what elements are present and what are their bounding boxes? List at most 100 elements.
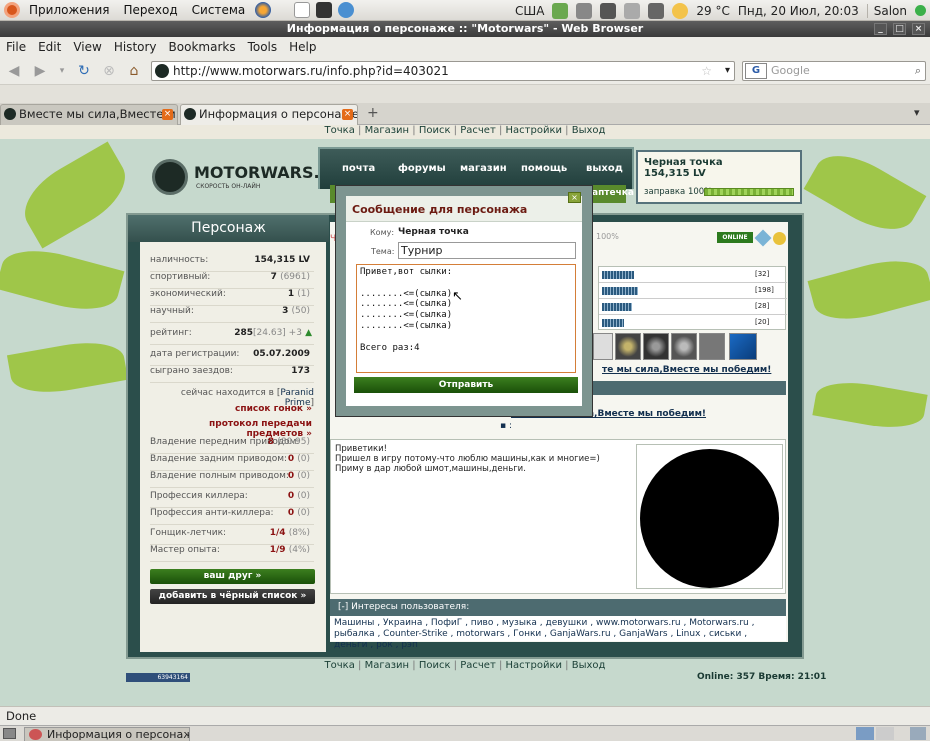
opera-icon[interactable] [294, 2, 311, 18]
menu-places[interactable]: Переход [117, 3, 185, 17]
stat-row: научный: 3 (50) [150, 306, 314, 323]
link-calc[interactable]: Расчет [460, 660, 496, 671]
menu-file[interactable]: File [0, 40, 32, 54]
mail-icon[interactable] [624, 2, 641, 19]
menu-applications[interactable]: Приложения [22, 3, 117, 17]
minimize-icon[interactable]: _ [874, 23, 887, 35]
transfer-log-link[interactable]: протокол передачи предметов » [150, 419, 312, 439]
url-input[interactable]: http://www.motorwars.ru/info.php?id=4030… [151, 61, 735, 81]
workspace-1-icon[interactable] [856, 727, 874, 740]
link-tochka[interactable]: Точка [325, 125, 355, 136]
close-icon[interactable]: × [912, 23, 925, 35]
workspace-2-icon[interactable] [876, 727, 894, 740]
stop-icon[interactable]: ⊗ [101, 63, 117, 79]
rating-up-icon: ▲ [305, 328, 312, 338]
bar-fill [602, 303, 632, 311]
keyboard-layout[interactable]: США [515, 4, 544, 18]
interests-header[interactable]: [-] Интересы пользователя: [330, 599, 786, 616]
battery-icon[interactable] [600, 2, 617, 19]
maximize-icon[interactable]: □ [893, 23, 906, 35]
fuel-name[interactable]: Черная точка [644, 157, 794, 168]
history-dropdown-icon[interactable]: ▾ [54, 63, 70, 79]
notification-icon[interactable] [576, 2, 593, 19]
dialog-close-icon[interactable]: × [568, 192, 581, 203]
terminal-icon[interactable] [316, 2, 333, 18]
tab-clan[interactable]: Вместе мы сила,Вместе м... × [0, 104, 178, 125]
coin-icon[interactable] [773, 232, 786, 245]
menu-bookmarks[interactable]: Bookmarks [163, 40, 242, 54]
weather-temp[interactable]: 29 °C [696, 4, 729, 18]
link-calc[interactable]: Расчет [460, 125, 496, 136]
nav-exit[interactable]: выход [586, 163, 623, 174]
link-settings[interactable]: Настройки [506, 125, 562, 136]
tab-close-icon[interactable]: × [342, 109, 353, 120]
url-dropdown-icon[interactable]: ▾ [725, 62, 730, 80]
link-settings[interactable]: Настройки [506, 660, 562, 671]
globe-icon[interactable] [338, 2, 355, 18]
window-titlebar[interactable]: Информация о персонаже :: "Motorwars" - … [0, 21, 930, 37]
item-icon[interactable] [593, 333, 613, 360]
interests-list[interactable]: Машины , Украина , ПофиГ , пиво , музыка… [330, 616, 786, 650]
race-list-link[interactable]: список гонок » [150, 404, 312, 414]
nav-firstaid[interactable]: аптечка [592, 188, 634, 198]
menu-edit[interactable]: Edit [32, 40, 67, 54]
taskbar-window-item[interactable]: Информация о персонаж... [24, 727, 190, 741]
status-online-icon[interactable] [915, 5, 926, 16]
clan-link[interactable]: те мы сила,Вместе мы победим! [602, 365, 771, 375]
nav-forums[interactable]: форумы [398, 163, 446, 174]
link-search[interactable]: Поиск [419, 660, 451, 671]
bookmark-star-icon[interactable]: ☆ [701, 62, 712, 80]
clock[interactable]: Пнд, 20 Июл, 20:03 [738, 4, 859, 18]
show-desktop-icon[interactable] [3, 728, 16, 739]
item-rim-icon[interactable] [671, 333, 697, 360]
search-icon[interactable]: ⌕ [915, 62, 921, 80]
trash-icon[interactable] [910, 727, 926, 740]
menu-system[interactable]: Система [185, 3, 253, 17]
link-search[interactable]: Поиск [419, 125, 451, 136]
site-logo[interactable]: MOTORWARS.RU СКОРОСТЬ ОН-ЛАЙН [152, 157, 345, 197]
friend-button[interactable]: ваш друг » [150, 569, 315, 584]
link-shop[interactable]: Магазин [365, 125, 410, 136]
firefox-icon[interactable] [255, 2, 272, 18]
volume-icon[interactable] [648, 2, 665, 19]
tab-character-info[interactable]: Информация о персонаже... × [180, 104, 358, 125]
bottom-taskbar: Информация о персонаж... [0, 725, 930, 741]
back-icon[interactable]: ◀ [6, 63, 22, 79]
bar-fill [602, 287, 638, 295]
blacklist-button[interactable]: добавить в чёрный список » [150, 589, 315, 604]
forward-icon[interactable]: ▶ [32, 63, 48, 79]
item-wheel-icon[interactable] [615, 333, 641, 360]
network-icon[interactable] [552, 2, 569, 19]
fuel-box: Черная точка 154,315 LV заправка 100% [636, 150, 802, 204]
avatar[interactable] [640, 449, 779, 588]
nav-mail[interactable]: почта [342, 163, 375, 174]
link-exit[interactable]: Выход [572, 125, 606, 136]
link-tochka[interactable]: Точка [325, 660, 355, 671]
nav-help[interactable]: помощь [521, 163, 567, 174]
menu-help[interactable]: Help [283, 40, 322, 54]
user-name[interactable]: Salon [866, 3, 907, 18]
link-shop[interactable]: Магазин [365, 660, 410, 671]
search-input[interactable]: G Google ⌕ [742, 61, 926, 81]
menu-history[interactable]: History [108, 40, 163, 54]
tab-close-icon[interactable]: × [162, 109, 173, 120]
counter-badge[interactable]: 63943164 [126, 673, 190, 682]
item-part-icon[interactable] [699, 333, 725, 360]
item-tire-icon[interactable] [643, 333, 669, 360]
skill-row: Владение полным приводом: 0 (0) [150, 471, 314, 488]
home-icon[interactable]: ⌂ [126, 63, 142, 79]
item-device-icon[interactable] [729, 333, 757, 360]
menu-view[interactable]: View [67, 40, 107, 54]
send-button[interactable]: Отправить [354, 377, 578, 393]
search-engine-selector[interactable]: G [745, 63, 767, 79]
link-exit[interactable]: Выход [572, 660, 606, 671]
message-body-textarea[interactable]: Привет,вот сылки: ........<=(сылка) ....… [356, 264, 576, 373]
subject-input[interactable]: Турнир [398, 242, 576, 259]
tab-list-icon[interactable]: ▾ [914, 106, 920, 119]
nav-shop[interactable]: магазин [460, 163, 507, 174]
skill-row: Мастер опыта: 1/9 (4%) [150, 545, 314, 562]
ubuntu-logo-icon[interactable] [4, 2, 20, 18]
new-tab-icon[interactable]: + [367, 105, 379, 121]
reload-icon[interactable]: ↻ [76, 63, 92, 79]
menu-tools[interactable]: Tools [242, 40, 284, 54]
